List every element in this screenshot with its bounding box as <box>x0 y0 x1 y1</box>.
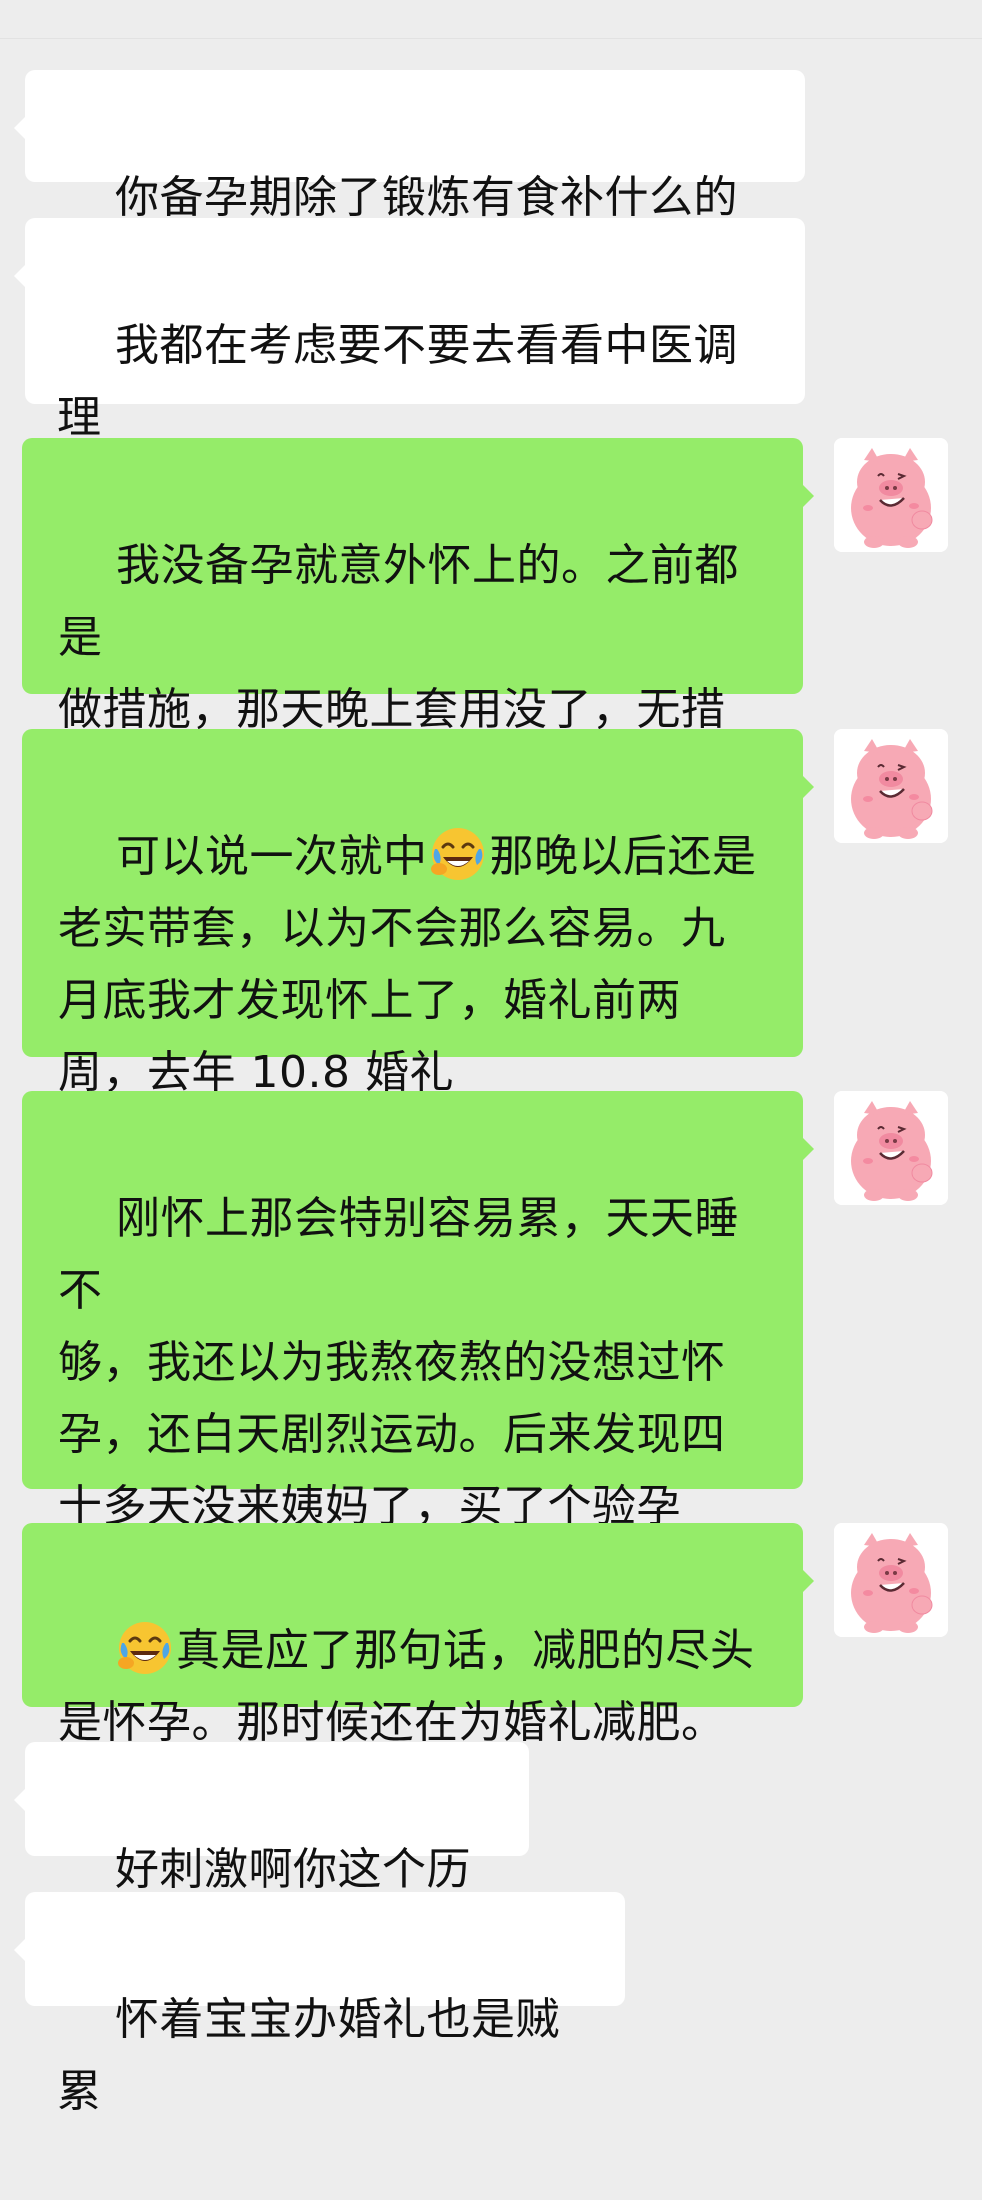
laughing-crying-emoji-icon <box>117 1622 171 1674</box>
pig-avatar-icon[interactable] <box>834 1523 948 1637</box>
outgoing-message-bubble[interactable]: 可以说一次就中 那晚以后还是 老实带套，以为不会那么容易。九 月底我才发现怀上了，… <box>22 729 814 1098</box>
outgoing-message-bubble[interactable]: 真是应了那句话，减肥的尽头 是怀孕。那时候还在为婚礼减肥。 <box>22 1523 814 1748</box>
outgoing-message-bubble[interactable]: 我没备孕就意外怀上的。之前都是 做措施，那天晚上套用没了，无措 施就怀上了... <box>22 438 814 807</box>
outgoing-message-bubble[interactable]: 刚怀上那会特别容易累，天天睡不 够，我还以为我熬夜熬的没想过怀 孕，还白天剧烈运… <box>22 1091 814 1604</box>
incoming-message-bubble[interactable]: 好刺激啊你这个历程 <box>14 1742 529 1967</box>
chat-message-list[interactable]: 你备孕期除了锻炼有食补什么的吗 我都在考虑要不要去看看中医调理 一下身体了 我没… <box>0 0 982 2117</box>
pig-avatar-icon[interactable] <box>834 438 948 552</box>
message-text: 怀着宝宝办婚礼也是贼累 <box>57 1994 560 2117</box>
message-text: 可以说一次就中 <box>115 831 428 882</box>
laughing-crying-emoji-icon <box>431 828 485 880</box>
incoming-message-bubble[interactable]: 我都在考虑要不要去看看中医调理 一下身体了 <box>14 218 805 515</box>
pig-avatar-icon[interactable] <box>834 1091 948 1205</box>
incoming-message-bubble[interactable]: 怀着宝宝办婚礼也是贼累 <box>14 1892 625 2117</box>
incoming-message-bubble[interactable]: 你备孕期除了锻炼有食补什么的吗 <box>14 70 805 295</box>
pig-avatar-icon[interactable] <box>834 729 948 843</box>
